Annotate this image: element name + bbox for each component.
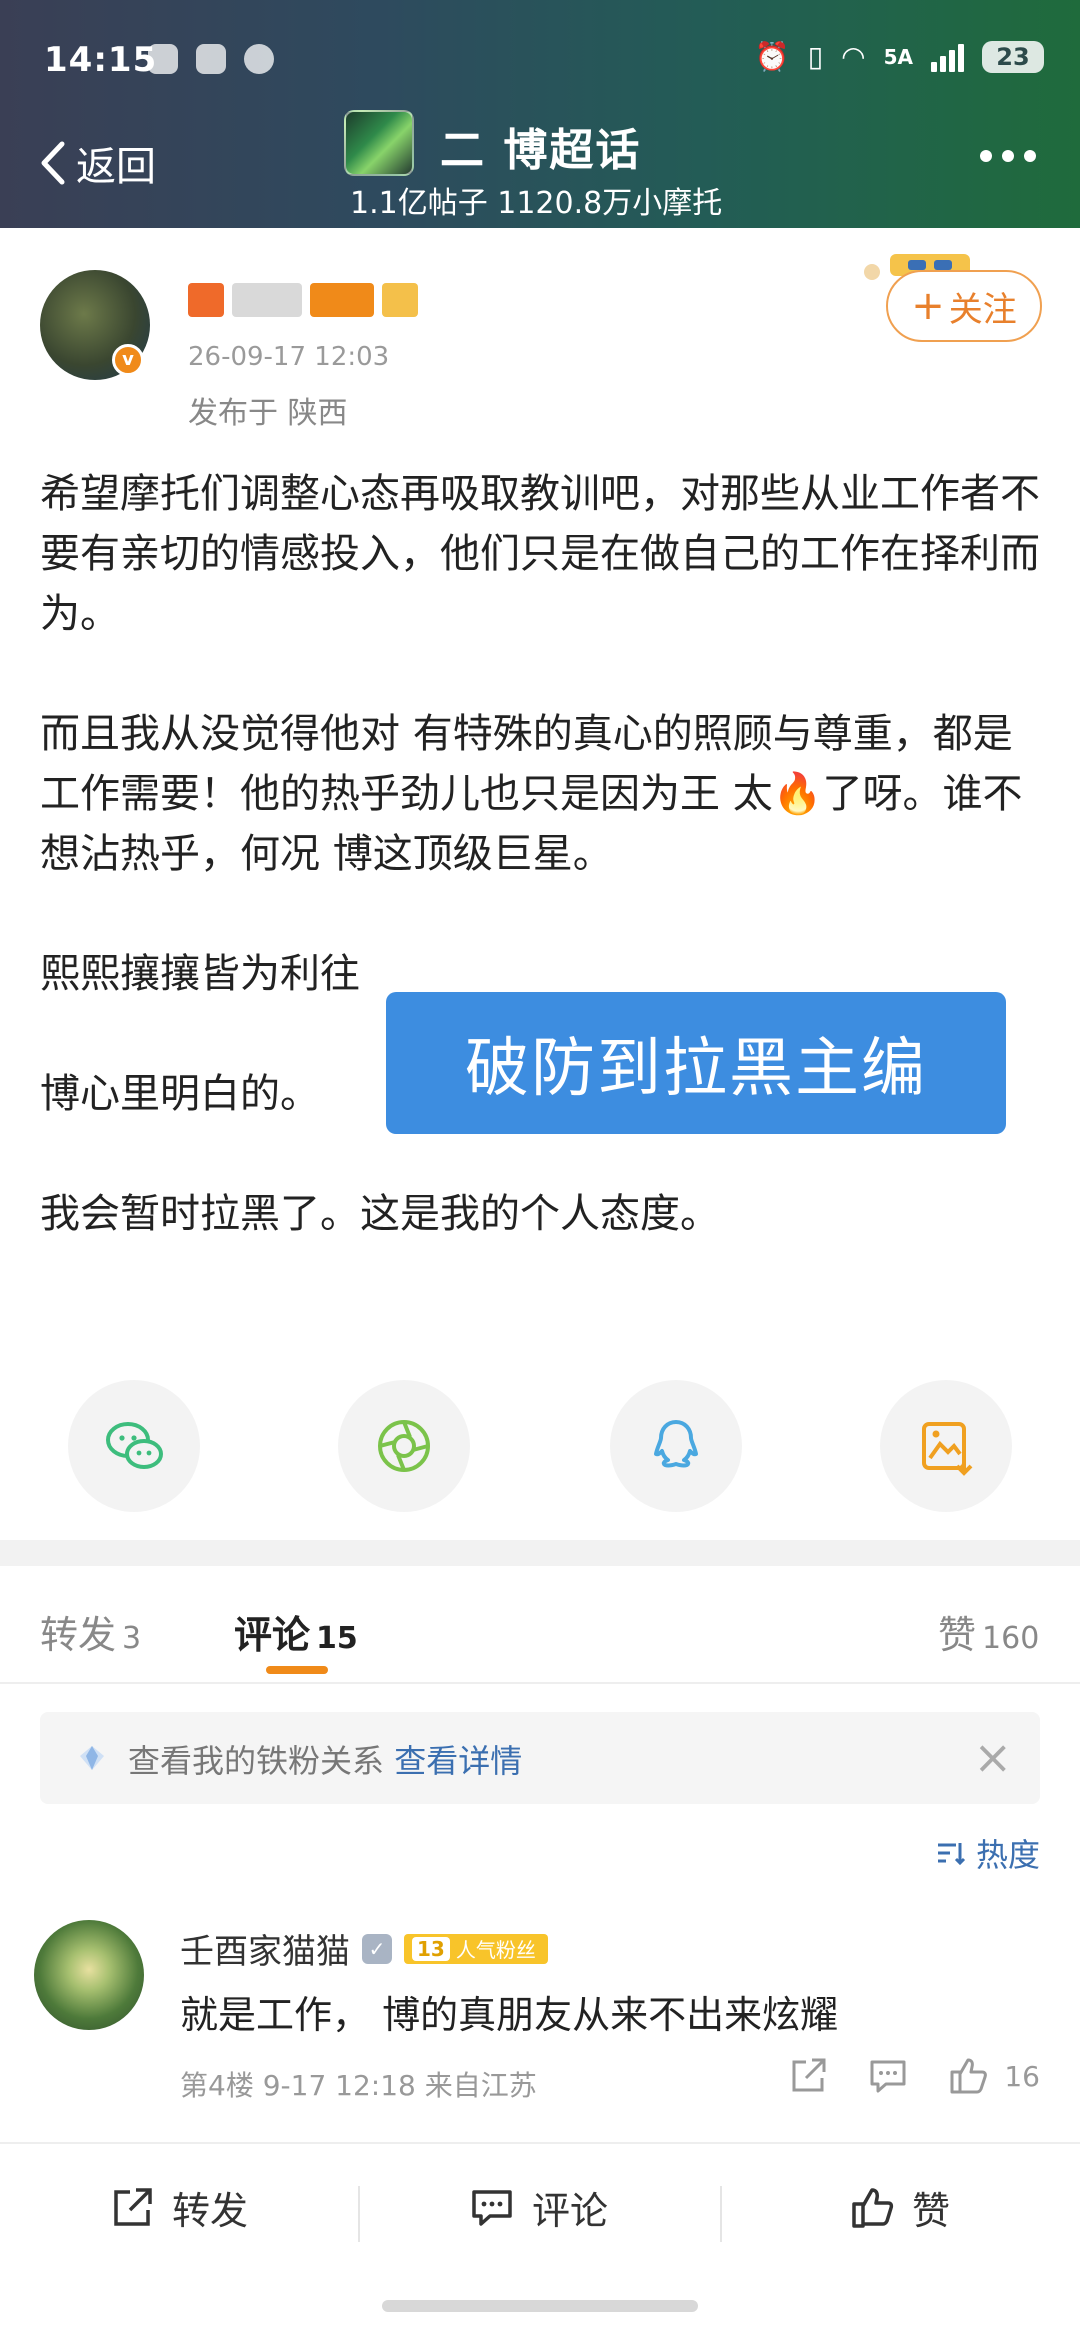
share-wechat-button[interactable] <box>68 1380 200 1512</box>
vibrate-icon: ▯ <box>807 40 824 73</box>
comment-like-button[interactable]: 16 <box>946 2054 1040 2098</box>
tab-label: 转发 <box>40 1613 117 1657</box>
share-moments-button[interactable] <box>338 1380 470 1512</box>
follow-button[interactable]: + 关注 <box>886 270 1042 342</box>
alarm-icon: ⏰ <box>754 40 790 73</box>
repost-label: 转发 <box>172 2189 249 2233</box>
dot-icon <box>980 150 992 162</box>
plus-icon: + <box>911 283 945 329</box>
comment-header: 壬酉家猫猫 ✓ 13 人气粉丝 <box>180 1924 548 1973</box>
dot-icon <box>1002 150 1014 162</box>
chevron-left-icon <box>41 141 65 185</box>
sort-toggle[interactable]: 热度 <box>934 1830 1040 1876</box>
nav-bar: 返回 二 博超话 1.1亿帖子 1120.8万小摩托 <box>0 110 1080 221</box>
save-image-button[interactable] <box>880 1380 1012 1512</box>
thumbs-up-icon <box>950 2058 988 2094</box>
comment-button[interactable]: 评论 <box>468 2180 608 2235</box>
comment-text: 就是工作， 博的真朋友从来不出来炫耀 <box>180 1993 839 2037</box>
status-time: 14:15 <box>44 40 158 80</box>
post-timestamp: 26-09-17 12:03 <box>188 342 390 372</box>
follow-label: 关注 <box>948 289 1017 330</box>
wifi-icon: ◠ <box>841 40 866 73</box>
share-row <box>0 1380 1080 1520</box>
fan-relation-banner[interactable]: 查看我的铁粉关系 查看详情 × <box>40 1712 1040 1804</box>
home-indicator[interactable] <box>382 2300 698 2312</box>
post-paragraph: 而且我从没觉得他对 有特殊的真心的照顾与尊重，都是工作需要！他的热乎劲儿也只是因… <box>40 711 1023 877</box>
save-image-icon <box>922 1422 973 1476</box>
tab-label: 赞 <box>938 1613 977 1657</box>
more-options-button[interactable] <box>980 150 1040 170</box>
comment-like-count: 16 <box>1004 2059 1040 2093</box>
verified-badge-icon: v <box>112 344 144 376</box>
post-paragraph: 希望摩托们调整心态再吸取教训吧，对那些从业工作者不要有亲切的情感投入，他们只是在… <box>40 471 1040 637</box>
active-tab-indicator <box>266 1666 328 1674</box>
comment-meta: 第4楼 9-17 12:18 来自江苏 <box>180 2069 537 2102</box>
comment-icon[interactable] <box>866 2054 910 2098</box>
dot-icon <box>1024 150 1036 162</box>
tab-label: 评论 <box>234 1613 311 1657</box>
back-label: 返回 <box>76 144 156 190</box>
moments-icon <box>378 1420 430 1472</box>
like-button[interactable]: 赞 <box>848 2180 950 2235</box>
topic-title[interactable]: 二 博超话 <box>440 114 641 178</box>
back-button[interactable]: 返回 <box>36 134 156 192</box>
commenter-avatar[interactable] <box>34 1920 144 2030</box>
thumbs-up-icon <box>852 2187 894 2228</box>
tab-count: 15 <box>316 1621 358 1656</box>
tabs-divider <box>0 1682 1080 1684</box>
notification-icon <box>244 44 274 74</box>
notification-icon <box>196 44 226 74</box>
status-bar: 14:15 ⏰ ▯ ◠ 5A 23 <box>0 40 1080 90</box>
fan-badge-label: 人气粉丝 <box>455 1938 536 1962</box>
battery-icon: 23 <box>982 40 1044 73</box>
sort-label: 热度 <box>975 1836 1040 1874</box>
share-icon <box>114 2187 152 2226</box>
view-details-link[interactable]: 查看详情 <box>394 1742 522 1780</box>
topic-stats: 1.1亿帖子 1120.8万小摩托 <box>350 186 723 221</box>
fan-level: 13 <box>412 1936 450 1961</box>
qq-icon <box>654 1420 698 1468</box>
fan-badge: 13 人气粉丝 <box>404 1933 548 1964</box>
tab-count: 160 <box>982 1621 1040 1656</box>
signal-icon <box>931 42 964 72</box>
share-qq-button[interactable] <box>610 1380 742 1512</box>
section-divider <box>0 1540 1080 1566</box>
fan-banner-text: 查看我的铁粉关系 <box>128 1742 385 1780</box>
topic-thumbnail[interactable] <box>344 110 414 176</box>
notification-icon <box>148 44 178 74</box>
post-tabs: 转发 3 评论 15 赞 160 <box>0 1590 1080 1680</box>
comment-icon <box>472 2189 512 2226</box>
commenter-name[interactable]: 壬酉家猫猫 <box>180 1924 350 1973</box>
post-location: 发布于 陕西 <box>188 396 348 431</box>
divider <box>358 2186 360 2242</box>
sort-icon <box>937 1843 966 1866</box>
tab-comments[interactable]: 评论 15 <box>234 1604 358 1659</box>
bottom-action-bar: 转发 评论 赞 <box>0 2142 1080 2312</box>
comment-label: 评论 <box>532 2189 609 2233</box>
network-type: 5A <box>883 44 913 69</box>
wechat-icon <box>106 1422 163 1469</box>
post-paragraph: 我会暂时拉黑了。这是我的个人态度。 <box>40 1191 720 1237</box>
tab-likes[interactable]: 赞 160 <box>938 1604 1039 1659</box>
tab-count: 3 <box>122 1621 142 1656</box>
diamond-icon <box>80 1746 104 1770</box>
repost-button[interactable]: 转发 <box>108 2180 248 2235</box>
divider <box>720 2186 722 2242</box>
comment-actions: 16 <box>786 2054 1040 2098</box>
author-name[interactable] <box>188 278 428 322</box>
like-label: 赞 <box>912 2189 951 2233</box>
member-badge-icon: ✓ <box>362 1933 392 1964</box>
close-icon[interactable]: × <box>973 1730 1012 1784</box>
share-icon[interactable] <box>786 2054 830 2098</box>
overlay-caption: 破防到拉黑主编 <box>386 992 1006 1134</box>
tab-repost[interactable]: 转发 3 <box>40 1604 141 1659</box>
topic-header: 14:15 ⏰ ▯ ◠ 5A 23 返回 二 博超话 1.1亿帖子 1120.8… <box>0 0 1080 228</box>
